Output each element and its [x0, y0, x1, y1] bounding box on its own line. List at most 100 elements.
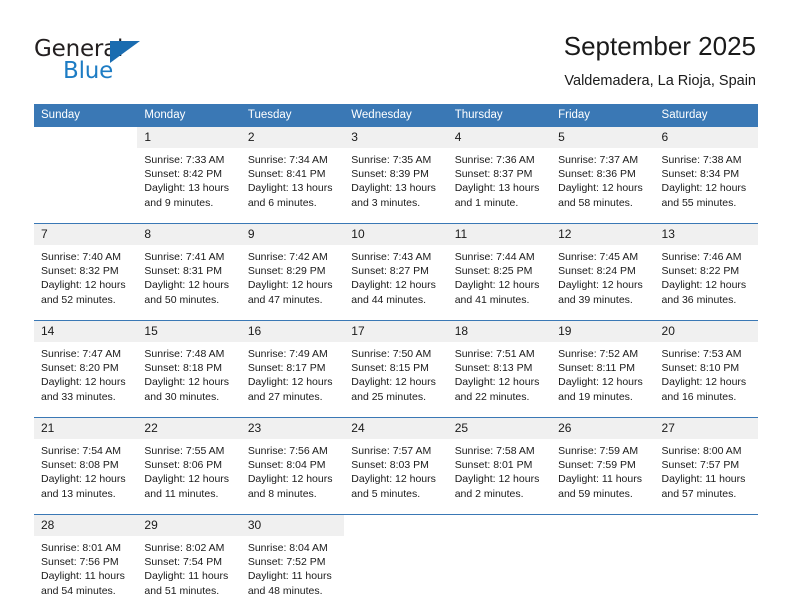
- calendar-day-cell[interactable]: 27 Sunrise: 8:00 AM Sunset: 7:57 PM Dayligh…: [654, 417, 758, 515]
- sunrise-text: Sunrise: 7:59 AM: [558, 445, 639, 457]
- calendar-day-cell[interactable]: 24 Sunrise: 7:57 AM Sunset: 8:03 PM Dayligh…: [344, 417, 448, 515]
- day-number: 13: [654, 224, 758, 245]
- daylight-text-line2: and 2 minutes.: [454, 487, 524, 500]
- daylight-text-line1: Daylight: 12 hours: [454, 279, 540, 292]
- sunrise-text: Sunrise: 7:53 AM: [661, 348, 742, 360]
- daylight-text-line1: Daylight: 11 hours: [247, 570, 332, 583]
- daylight-text-line1: Daylight: 12 hours: [661, 182, 747, 195]
- calendar-day-cell[interactable]: 13 Sunrise: 7:46 AM Sunset: 8:22 PM Dayligh…: [654, 223, 758, 321]
- day-details: [551, 536, 654, 611]
- sunrise-text: Sunrise: 7:52 AM: [558, 348, 639, 360]
- calendar-day-cell[interactable]: 14 Sunrise: 7:47 AM Sunset: 8:20 PM Dayligh…: [34, 320, 138, 418]
- day-number: 9: [240, 224, 345, 245]
- sunrise-text: Sunrise: 7:36 AM: [454, 154, 535, 166]
- sunrise-text: Sunrise: 7:40 AM: [41, 251, 121, 263]
- calendar-day-cell[interactable]: 25 Sunrise: 7:58 AM Sunset: 8:01 PM Dayligh…: [447, 417, 552, 515]
- day-number: [34, 127, 138, 148]
- calendar-day-cell[interactable]: 1 Sunrise: 7:33 AM Sunset: 8:42 PM Daylight…: [137, 126, 241, 224]
- calendar-day-cell-empty: [551, 514, 655, 611]
- calendar-day-cell[interactable]: 11 Sunrise: 7:44 AM Sunset: 8:25 PM Dayligh…: [447, 223, 552, 321]
- calendar-day-cell[interactable]: 7 Sunrise: 7:40 AM Sunset: 8:32 PM Daylight…: [34, 223, 138, 321]
- daylight-text-line2: and 19 minutes.: [558, 390, 633, 403]
- calendar-day-cell[interactable]: 23 Sunrise: 7:56 AM Sunset: 8:04 PM Dayligh…: [240, 417, 345, 515]
- day-number: 6: [654, 127, 758, 148]
- daylight-text-line1: Daylight: 12 hours: [41, 376, 126, 389]
- daylight-text-line1: Daylight: 12 hours: [558, 376, 643, 389]
- daylight-text-line1: Daylight: 12 hours: [351, 279, 436, 292]
- sunset-text: Sunset: 8:06 PM: [144, 459, 223, 472]
- sunset-text: Sunset: 8:13 PM: [454, 362, 533, 375]
- daylight-text-line1: Daylight: 13 hours: [454, 182, 540, 195]
- day-number: 19: [551, 321, 655, 342]
- daylight-text-line2: and 1 minute.: [454, 196, 519, 209]
- calendar-day-cell[interactable]: 3 Sunrise: 7:35 AM Sunset: 8:39 PM Daylight…: [344, 126, 448, 224]
- day-number: 22: [137, 418, 241, 439]
- daylight-text-line2: and 59 minutes.: [558, 487, 633, 500]
- calendar-day-cell[interactable]: 4 Sunrise: 7:36 AM Sunset: 8:37 PM Daylight…: [447, 126, 552, 224]
- calendar-week-row: 28 Sunrise: 8:01 AM Sunset: 7:56 PM Dayligh…: [34, 514, 758, 611]
- calendar-day-cell[interactable]: 2 Sunrise: 7:34 AM Sunset: 8:41 PM Daylight…: [240, 126, 345, 224]
- daylight-text-line2: and 47 minutes.: [247, 293, 323, 306]
- calendar-day-cell[interactable]: 18 Sunrise: 7:51 AM Sunset: 8:13 PM Dayligh…: [447, 320, 552, 418]
- calendar-day-cell[interactable]: 19 Sunrise: 7:52 AM Sunset: 8:11 PM Dayligh…: [551, 320, 655, 418]
- calendar-day-cell[interactable]: 17 Sunrise: 7:50 AM Sunset: 8:15 PM Dayligh…: [344, 320, 448, 418]
- day-details: Sunrise: 7:48 AM Sunset: 8:18 PM Daylight:…: [137, 342, 240, 417]
- day-number: 29: [137, 515, 241, 536]
- day-number: 28: [34, 515, 138, 536]
- day-number: 30: [240, 515, 345, 536]
- weekday-header-friday: Friday: [551, 104, 655, 127]
- calendar-day-cell[interactable]: 6 Sunrise: 7:38 AM Sunset: 8:34 PM Daylight…: [654, 126, 758, 224]
- sunrise-text: Sunrise: 7:35 AM: [351, 154, 432, 166]
- calendar-day-cell[interactable]: 9 Sunrise: 7:42 AM Sunset: 8:29 PM Daylight…: [240, 223, 345, 321]
- day-details: Sunrise: 7:57 AM Sunset: 8:03 PM Daylight:…: [344, 439, 447, 514]
- sunrise-text: Sunrise: 7:38 AM: [661, 154, 742, 166]
- calendar-day-cell-empty: [344, 514, 448, 611]
- sunrise-text: Sunrise: 7:48 AM: [144, 348, 225, 360]
- sunrise-text: Sunrise: 8:02 AM: [144, 542, 225, 554]
- day-details: Sunrise: 7:52 AM Sunset: 8:11 PM Daylight:…: [551, 342, 654, 417]
- day-number: 2: [240, 127, 345, 148]
- calendar-day-cell[interactable]: 15 Sunrise: 7:48 AM Sunset: 8:18 PM Dayligh…: [137, 320, 241, 418]
- daylight-text-line1: Daylight: 12 hours: [661, 376, 747, 389]
- day-number: 10: [344, 224, 448, 245]
- calendar-day-cell[interactable]: 10 Sunrise: 7:43 AM Sunset: 8:27 PM Dayligh…: [344, 223, 448, 321]
- sunset-text: Sunset: 8:17 PM: [247, 362, 326, 375]
- calendar-day-cell[interactable]: 12 Sunrise: 7:45 AM Sunset: 8:24 PM Dayligh…: [551, 223, 655, 321]
- sunrise-text: Sunrise: 8:00 AM: [661, 445, 742, 457]
- day-details: Sunrise: 7:37 AM Sunset: 8:36 PM Daylight:…: [551, 148, 654, 223]
- day-details: Sunrise: 7:43 AM Sunset: 8:27 PM Daylight:…: [344, 245, 447, 320]
- daylight-text-line2: and 54 minutes.: [41, 584, 116, 597]
- calendar-day-cell[interactable]: 29 Sunrise: 8:02 AM Sunset: 7:54 PM Dayligh…: [137, 514, 241, 611]
- daylight-text-line2: and 30 minutes.: [144, 390, 220, 403]
- calendar-day-cell[interactable]: 16 Sunrise: 7:49 AM Sunset: 8:17 PM Dayligh…: [240, 320, 345, 418]
- calendar-day-cell[interactable]: 20 Sunrise: 7:53 AM Sunset: 8:10 PM Dayligh…: [654, 320, 758, 418]
- sunset-text: Sunset: 8:36 PM: [558, 168, 636, 181]
- sunset-text: Sunset: 8:18 PM: [144, 362, 223, 375]
- daylight-text-line2: and 13 minutes.: [41, 487, 116, 500]
- calendar-header-row: Sunday Monday Tuesday Wednesday Thursday Frid…: [34, 104, 758, 127]
- day-number: 15: [137, 321, 241, 342]
- calendar-day-cell[interactable]: 28 Sunrise: 8:01 AM Sunset: 7:56 PM Dayligh…: [34, 514, 138, 611]
- calendar-day-cell[interactable]: 8 Sunrise: 7:41 AM Sunset: 8:31 PM Daylight…: [137, 223, 241, 321]
- daylight-text-line2: and 3 minutes.: [351, 196, 421, 209]
- general-blue-logo[interactable]: General Blue: [34, 36, 234, 90]
- calendar-day-cell[interactable]: 21 Sunrise: 7:54 AM Sunset: 8:08 PM Dayligh…: [34, 417, 138, 515]
- calendar-day-cell[interactable]: 26 Sunrise: 7:59 AM Sunset: 7:59 PM Dayligh…: [551, 417, 655, 515]
- calendar-day-cell[interactable]: 30 Sunrise: 8:04 AM Sunset: 7:52 PM Dayligh…: [240, 514, 345, 611]
- sunset-text: Sunset: 8:25 PM: [454, 265, 533, 278]
- daylight-text-line2: and 9 minutes.: [144, 196, 214, 209]
- calendar-day-cell[interactable]: 5 Sunrise: 7:37 AM Sunset: 8:36 PM Daylight…: [551, 126, 655, 224]
- daylight-text-line1: Daylight: 11 hours: [661, 473, 746, 486]
- calendar-day-cell[interactable]: 22 Sunrise: 7:55 AM Sunset: 8:06 PM Dayligh…: [137, 417, 241, 515]
- day-number: [447, 515, 552, 536]
- sunset-text: Sunset: 8:22 PM: [661, 265, 740, 278]
- daylight-text-line2: and 39 minutes.: [558, 293, 633, 306]
- day-number: 5: [551, 127, 655, 148]
- weekday-header-tuesday: Tuesday: [240, 104, 345, 127]
- day-details: Sunrise: 7:49 AM Sunset: 8:17 PM Daylight:…: [241, 342, 344, 417]
- daylight-text-line2: and 51 minutes.: [144, 584, 220, 597]
- sunset-text: Sunset: 8:32 PM: [41, 265, 119, 278]
- day-details: Sunrise: 7:45 AM Sunset: 8:24 PM Daylight:…: [551, 245, 654, 320]
- day-details: Sunrise: 7:53 AM Sunset: 8:10 PM Daylight:…: [655, 342, 758, 417]
- weekday-header-row: Sunday Monday Tuesday Wednesday Thursday Frid…: [34, 104, 758, 127]
